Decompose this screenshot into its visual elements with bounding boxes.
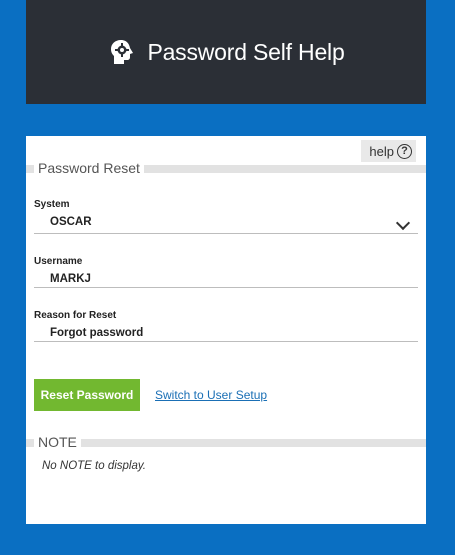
- reason-underline: [34, 341, 418, 342]
- reason-value[interactable]: Forgot password: [50, 327, 143, 339]
- chevron-down-icon[interactable]: [395, 215, 411, 231]
- reason-label: Reason for Reset: [34, 310, 117, 321]
- system-label: System: [34, 199, 70, 210]
- note-divider: [26, 439, 426, 447]
- question-circle-icon: ?: [397, 143, 412, 159]
- reset-password-button[interactable]: Reset Password: [34, 379, 140, 411]
- app-title: Password Self Help: [147, 38, 345, 65]
- system-underline: [34, 233, 418, 234]
- section-title-password-reset: Password Reset: [34, 160, 144, 176]
- switch-to-user-setup-link[interactable]: Switch to User Setup: [155, 388, 267, 402]
- help-label: help: [369, 143, 394, 159]
- password-reset-panel: help ? Password Reset System OSCAR Usern…: [26, 136, 426, 524]
- note-empty-message: No NOTE to display.: [42, 460, 146, 472]
- username-value[interactable]: MARKJ: [50, 273, 91, 285]
- username-label: Username: [34, 256, 83, 267]
- system-value: OSCAR: [50, 216, 92, 228]
- username-underline: [34, 287, 418, 288]
- help-button[interactable]: help ?: [361, 140, 416, 162]
- app-header: Password Self Help: [26, 0, 426, 104]
- section-title-note: NOTE: [34, 434, 81, 450]
- gear-head-icon: [107, 37, 137, 67]
